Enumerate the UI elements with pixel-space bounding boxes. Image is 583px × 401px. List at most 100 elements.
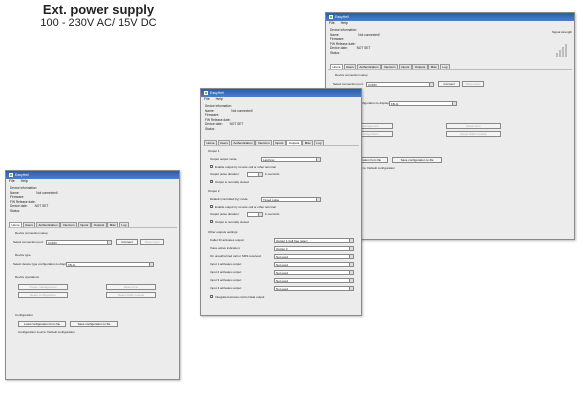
integrated-access-checkbox[interactable] [210,295,213,298]
output1-heading: Output 1 [208,149,220,153]
output1-normally-closed-checkbox[interactable] [210,180,213,183]
app-icon [9,173,13,177]
output2-enable-remote-checkbox[interactable] [210,205,213,208]
row-select[interactable]: Not used [274,286,354,291]
chevron-down-icon [258,173,262,176]
row-label: Caller ID activates output: [210,238,245,242]
chevron-down-icon [349,255,353,258]
window-title: EasyHeli [15,173,29,177]
menu-help[interactable]: Help [341,21,348,26]
menu-bar: File Help [6,179,179,184]
save-config-button[interactable]: Save configuration to file [70,321,118,327]
port-select[interactable]: COM3 [366,82,434,87]
output2-pulse-input[interactable] [247,212,263,217]
status-label: Status: [205,126,215,131]
reset-time-button[interactable]: Reset time [446,123,501,129]
device-date-label: Device date: [205,122,223,126]
connect-button[interactable]: Connect [438,81,460,87]
reset-gsm-button[interactable]: Reset GSM module [446,131,501,137]
connect-button[interactable]: Connect [116,239,138,245]
reset-configuration-button[interactable]: Reset configuration [18,292,68,298]
divider [8,227,177,228]
output2-mode-label: Default (controlled by) mode [210,197,248,201]
status-label: Status: [10,208,20,213]
device-date-value: NOT SET [34,204,49,208]
port-label: Select connection port: [333,82,364,86]
port-label: Select connection port: [13,240,44,244]
row-select[interactable]: Not used [274,270,354,275]
output2-normally-closed-checkbox[interactable] [210,220,213,223]
configuration-heading: Configuration [15,313,33,317]
device-date-label: Device date: [330,46,348,50]
menu-file[interactable]: File [204,97,210,102]
power-management-button[interactable]: Power management [18,284,68,290]
row-select[interactable]: Not used [274,278,354,283]
save-config-button[interactable]: Save configuration to file [392,157,442,163]
menu-bar: File Help [326,21,574,26]
name-value: Not connected! [358,32,380,37]
device-info: Device information Name: Not connected! … [205,104,305,131]
menu-help[interactable]: Help [216,97,223,102]
chevron-down-icon [349,279,353,282]
row-select[interactable]: Output 1 (toll free relay) [274,238,354,243]
chevron-down-icon [349,263,353,266]
device-type-label: Select device type configuration to disp… [13,262,70,266]
output2-heading: Output 2 [208,189,220,193]
output2-pulse-unit: in seconds [265,212,280,216]
row-label: On unauthorized call or SMS received: [210,254,262,258]
other-outputs-heading: Other outputs settings [208,230,238,234]
reset-time-button[interactable]: Reset time [106,284,156,290]
signal-label: Signal strength [552,30,573,34]
chevron-down-icon [429,83,433,86]
row-label: Input 3 activates output: [210,278,242,282]
device-type-select[interactable]: 15LG [66,262,154,267]
row-select[interactable]: Not used [274,254,354,259]
output1-mode-label: Output output mode [210,157,237,161]
device-type-heading: Device type [15,253,31,257]
menu-help[interactable]: Help [21,179,28,184]
signal-strength-icon [556,43,567,57]
menu-file[interactable]: File [329,21,335,26]
chevron-down-icon [349,271,353,274]
disconnect-button[interactable]: Disconnect [462,81,484,87]
menu-bar: File Help [201,97,361,102]
window-home-right: EasyHeli File Help Device information Nam… [325,12,575,240]
name-label: Name: [205,108,215,113]
divider [328,69,572,70]
device-date-value: NOT SET [229,122,244,126]
output1-normally-closed-label: Output is normally closed [215,180,249,184]
device-info: Device information Name: Not connected! … [10,186,110,213]
chevron-down-icon [452,102,456,105]
row-select[interactable]: Not used [274,262,354,267]
load-config-button[interactable]: Load configuration from file [18,321,66,327]
chevron-down-icon [316,198,320,201]
row-select[interactable]: Output 2 [274,246,354,251]
reset-gsm-button[interactable]: Reset GSM module [106,292,156,298]
output1-pulse-unit: in seconds [265,172,280,176]
output2-mode-select[interactable]: Timed pulse [261,197,321,202]
chevron-down-icon [107,241,111,244]
window-title: EasyHeli [335,15,349,19]
device-type-select[interactable]: 15LG [389,101,457,106]
window-title: EasyHeli [210,91,224,95]
port-select[interactable]: COM3 [46,240,112,245]
name-value: Not connected! [36,190,58,195]
output1-mode-select[interactable]: Latching [261,157,321,162]
output2-enable-remote-label: Enable output by remote call or other te… [215,205,276,209]
caption-title: Ext. power supply [42,2,155,17]
name-label: Name: [330,32,340,37]
chevron-down-icon [349,239,353,242]
menu-file[interactable]: File [9,179,15,184]
connection-heading: Device connection setup [335,73,368,77]
title-bar: EasyHeli [326,13,574,21]
output1-pulse-label: Output pulse duration: [210,172,240,176]
title-bar: EasyHeli [6,171,179,179]
output1-enable-remote-checkbox[interactable] [210,165,213,168]
title-bar: EasyHeli [201,89,361,97]
connection-heading: Device connection setup [15,231,48,235]
output1-enable-remote-label: Enable output by remote call or other te… [215,165,276,169]
output1-pulse-input[interactable] [247,172,263,177]
chevron-down-icon [316,158,320,161]
row-label: Input 1 activates output: [210,262,242,266]
disconnect-button[interactable]: Disconnect [140,239,164,245]
